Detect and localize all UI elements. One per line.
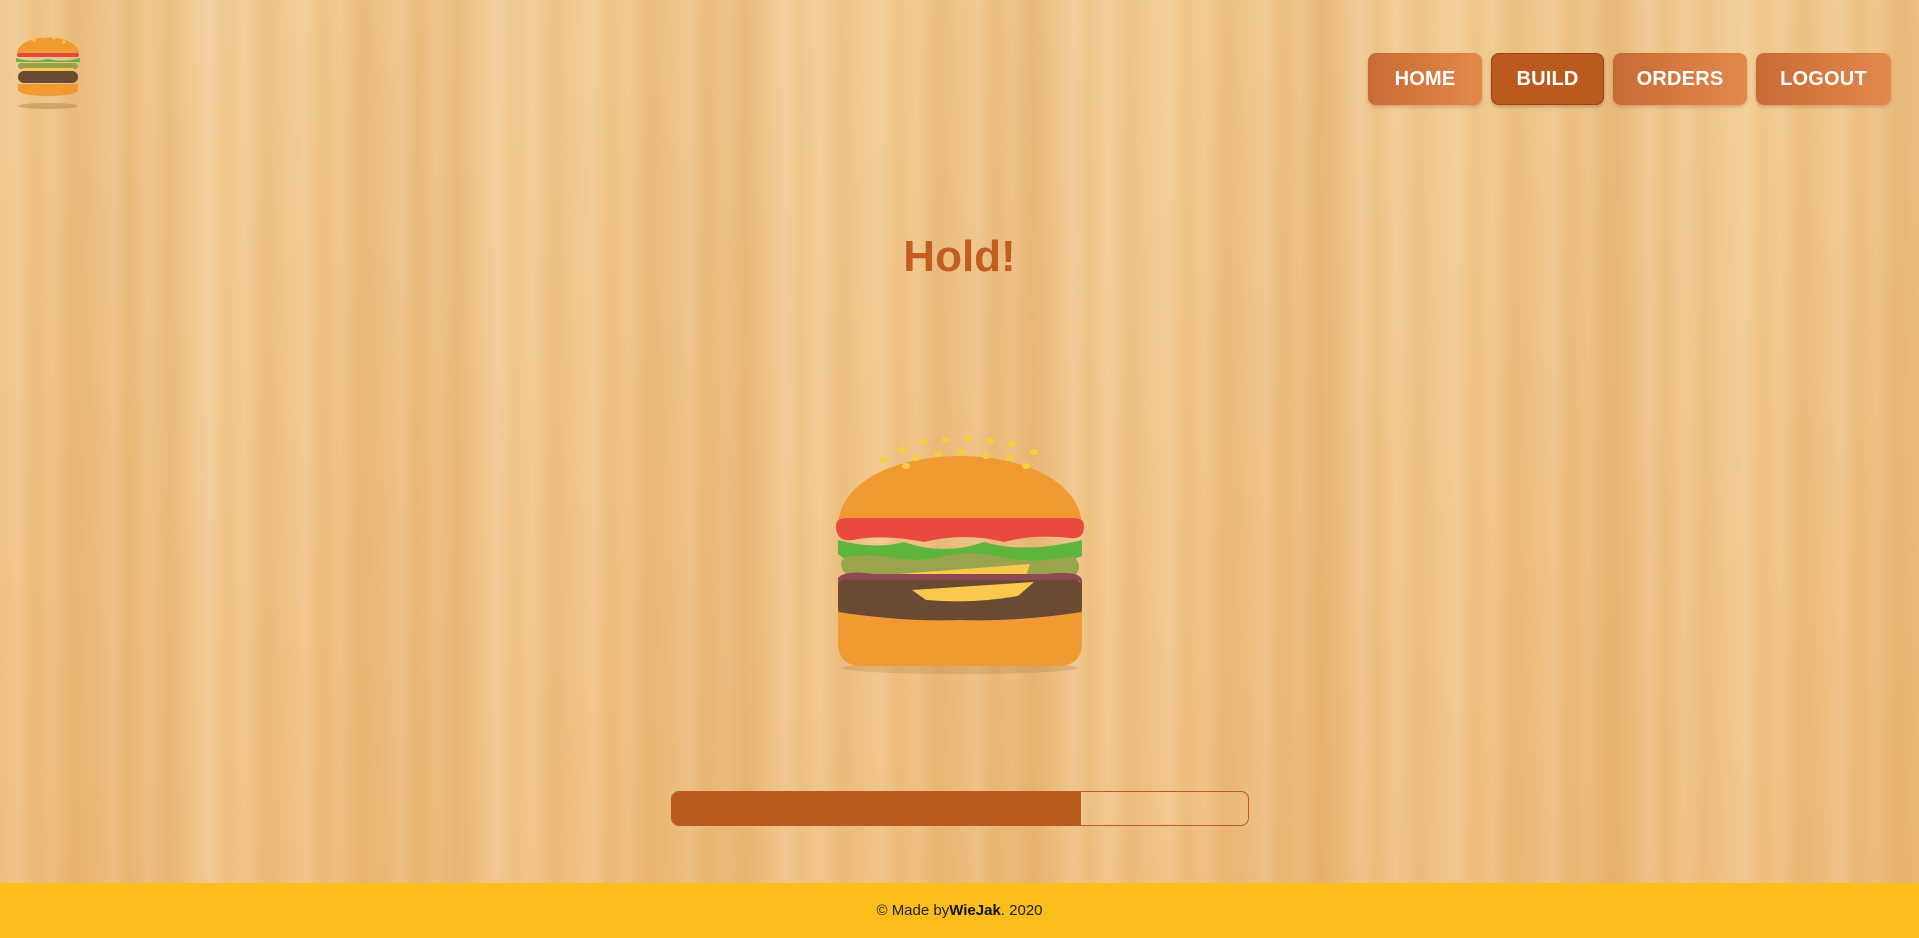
- burger-icon: [834, 428, 1086, 678]
- footer: © Made by WieJak. 2020: [0, 883, 1919, 938]
- progress-fill: [672, 792, 1081, 825]
- nav-home-button[interactable]: HOME: [1368, 53, 1482, 105]
- main-nav: HOME BUILD ORDERS LOGOUT: [1368, 53, 1891, 105]
- nav-build-button[interactable]: BUILD: [1491, 53, 1604, 105]
- footer-prefix: © Made by: [876, 902, 950, 919]
- burger-logo-icon[interactable]: [12, 22, 84, 110]
- nav-orders-button[interactable]: ORDERS: [1613, 53, 1747, 105]
- progress-bar: [671, 791, 1249, 826]
- footer-author: WieJak: [949, 902, 1001, 919]
- nav-logout-button[interactable]: LOGOUT: [1756, 53, 1891, 105]
- footer-suffix: . 2020: [1000, 902, 1043, 919]
- page-title: Hold!: [903, 232, 1016, 281]
